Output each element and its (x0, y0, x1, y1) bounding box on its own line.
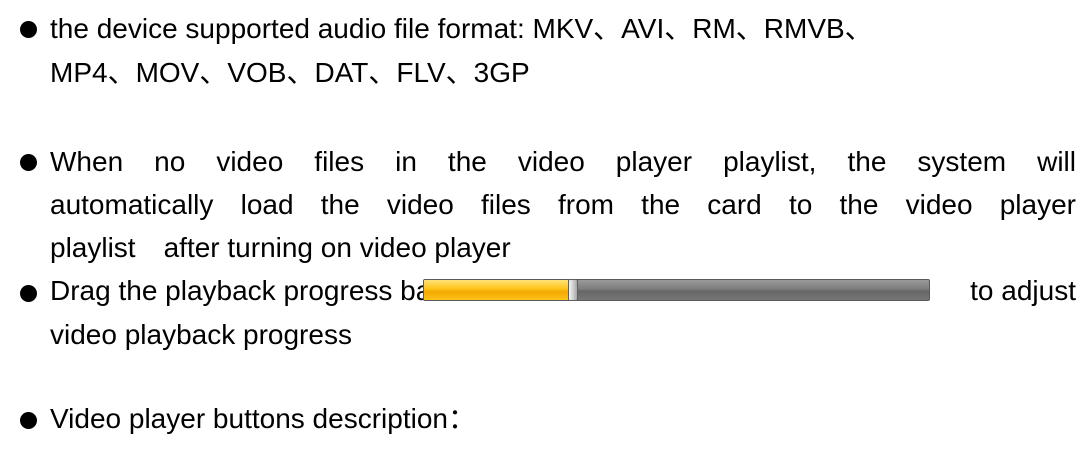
bullet-text-after-bar: to adjust (970, 275, 1076, 306)
progress-bar-handle[interactable] (568, 279, 578, 301)
bullet-text-line: Video player buttons description： (50, 403, 476, 434)
bullet-dot-icon (20, 154, 37, 171)
bullet-text-line: video playback progress (50, 319, 352, 350)
bullet-text-before-bar: Drag the playback progress bar (50, 275, 441, 306)
progress-bar-fill (424, 280, 570, 300)
bullet-dot-icon (20, 285, 37, 302)
bullet-text-line: the device supported audio file format: … (50, 13, 873, 44)
bullet-dot-icon (20, 412, 37, 429)
bullet-text-line: playlist after turning on video player (50, 232, 511, 263)
bullet-text-line: When no video files in the video player … (50, 146, 1076, 177)
bullet-text-line: automatically load the video files from … (50, 189, 1076, 220)
document-page: { "bullets": [ { "lines": [ "the device … (0, 0, 1091, 456)
playback-progress-bar[interactable] (423, 279, 930, 301)
bullet-dot-icon (20, 21, 37, 38)
bullet-text-line: MP4、MOV、VOB、DAT、FLV、3GP (50, 57, 530, 88)
